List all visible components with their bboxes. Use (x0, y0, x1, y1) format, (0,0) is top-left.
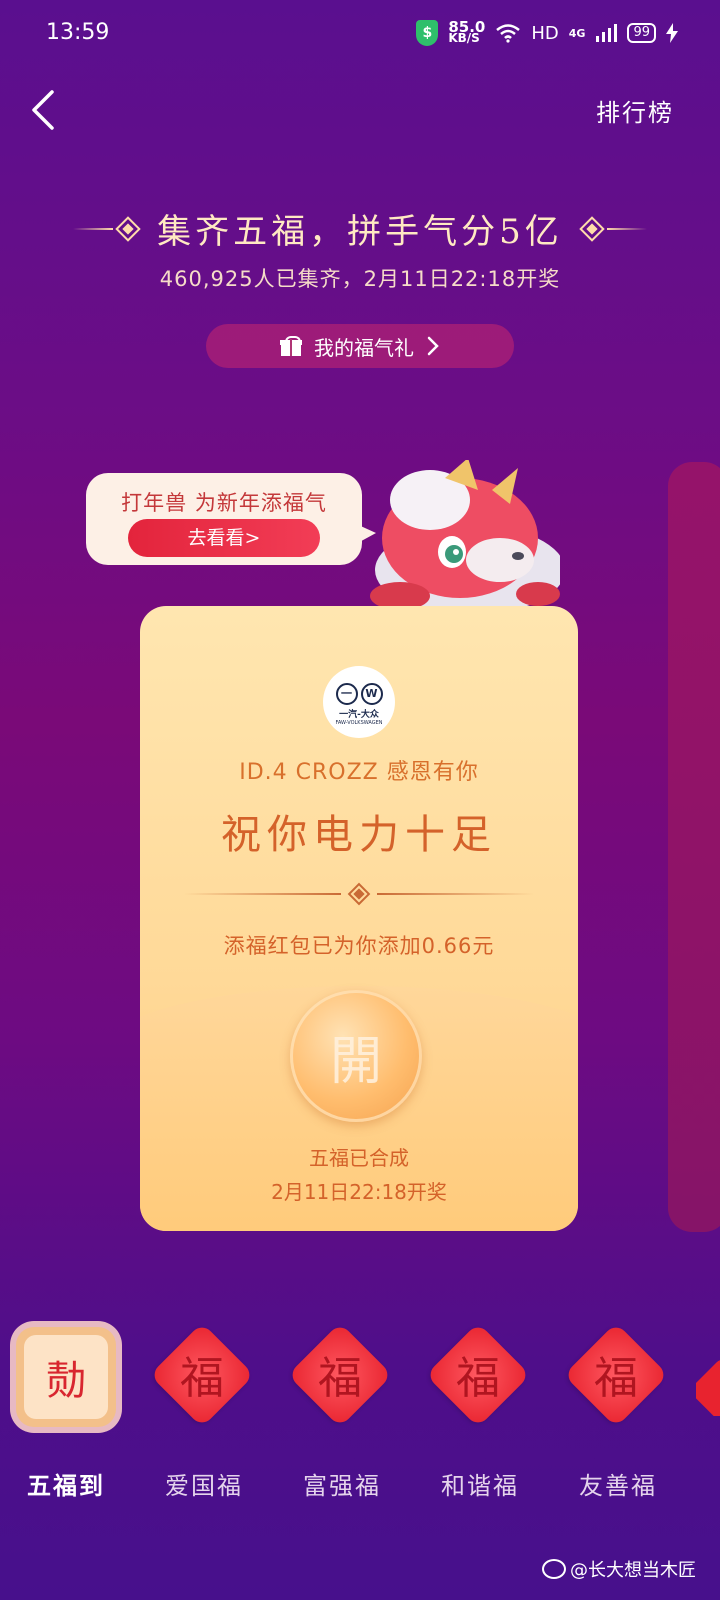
page-title: 集齐五福，拼手气分5亿 (157, 212, 563, 252)
promo-bubble-text: 打年兽 为新年添福气 (121, 491, 327, 515)
status-bar: 13:59 $ 85.0 KB/S HD 4G 99 (0, 0, 720, 70)
sponsor-logo: 一 W 一汽-大众 FAW-VOLKSWAGEN (323, 666, 395, 738)
nian-beast-mascot-icon[interactable] (350, 460, 560, 610)
vw-logo-icon: W (360, 682, 383, 705)
go-see-button[interactable]: 去看看> (128, 519, 320, 557)
chevron-right-icon (427, 336, 439, 356)
status-icons: $ 85.0 KB/S HD 4G 99 (416, 20, 678, 46)
fu-card: 一 W 一汽-大众 FAW-VOLKSWAGEN ID.4 CROZZ 感恩有你… (140, 606, 578, 1231)
title-row: 集齐五福，拼手气分5亿 (0, 204, 720, 253)
open-button[interactable]: 開 (290, 990, 422, 1122)
fu-glyph: 福 (594, 1353, 638, 1404)
title-ornament-left (73, 215, 143, 242)
logo-english: FAW-VOLKSWAGEN (335, 719, 383, 726)
battery-icon: 99 (627, 23, 656, 43)
ranking-link[interactable]: 排行榜 (596, 93, 674, 128)
tab-aiguofu-label[interactable]: 爱国福 (134, 1466, 274, 1501)
tab-hexiefu[interactable]: 福 (419, 1322, 531, 1448)
tab-youshanfu[interactable]: 福 (557, 1322, 669, 1448)
gift-icon (280, 336, 302, 356)
network-speed-unit: KB/S (448, 31, 480, 45)
card-divider (184, 882, 534, 906)
charging-icon (666, 23, 678, 43)
sponsor-line: ID.4 CROZZ 感恩有你 (239, 760, 479, 785)
wufudao-glyph: 𪟝 (24, 1335, 108, 1419)
faw-logo-icon: 一 (335, 682, 358, 705)
tab-wufudao-label[interactable]: 五福到 (0, 1466, 136, 1501)
signal-icon (596, 24, 618, 42)
tab-fuqiangfu-label[interactable]: 富强福 (272, 1466, 412, 1501)
my-gift-label: 我的福气礼 (314, 335, 414, 360)
wifi-icon (496, 24, 521, 43)
network-speed: 85.0 KB/S (448, 20, 485, 45)
status-time: 13:59 (46, 20, 110, 45)
back-button[interactable] (28, 88, 68, 130)
tab-youshanfu-label[interactable]: 友善福 (548, 1466, 688, 1501)
logo-chinese: 一汽-大众 (339, 709, 379, 720)
page-subtitle: 460,925人已集齐，2月11日22:18开奖 (159, 267, 561, 291)
card-draw-date: 2月11日22:18开奖 (271, 1180, 447, 1204)
hd-label: HD (531, 22, 559, 44)
chevron-left-icon (32, 90, 54, 130)
my-gift-button[interactable]: 我的福气礼 (206, 324, 514, 368)
fu-glyph: 福 (318, 1353, 362, 1404)
promo-bubble: 打年兽 为新年添福气 去看看> (86, 473, 376, 565)
card-status: 五福已合成 (309, 1146, 409, 1170)
title-ornament-right (577, 215, 647, 242)
fu-glyph: 福 (456, 1353, 500, 1404)
fu-glyph: 福 (180, 1353, 224, 1404)
watermark: @长大想当木匠 (542, 1556, 696, 1582)
security-shield-icon: $ (416, 20, 439, 46)
bonus-text: 添福红包已为你添加0.66元 (223, 934, 495, 958)
tab-fuqiangfu[interactable]: 福 (281, 1322, 393, 1448)
tab-wufudao[interactable]: 𪟝 (16, 1327, 116, 1427)
tab-hexiefu-label[interactable]: 和谐福 (410, 1466, 550, 1501)
weibo-icon (542, 1559, 566, 1579)
watermark-text: @长大想当木匠 (570, 1560, 696, 1581)
next-card-peek[interactable] (668, 462, 720, 1232)
next-tab-peek-icon[interactable] (696, 1336, 720, 1416)
wish-text: 祝你电力十足 (221, 812, 497, 858)
network-type: 4G (568, 26, 586, 40)
tab-aiguofu[interactable]: 福 (143, 1322, 255, 1448)
